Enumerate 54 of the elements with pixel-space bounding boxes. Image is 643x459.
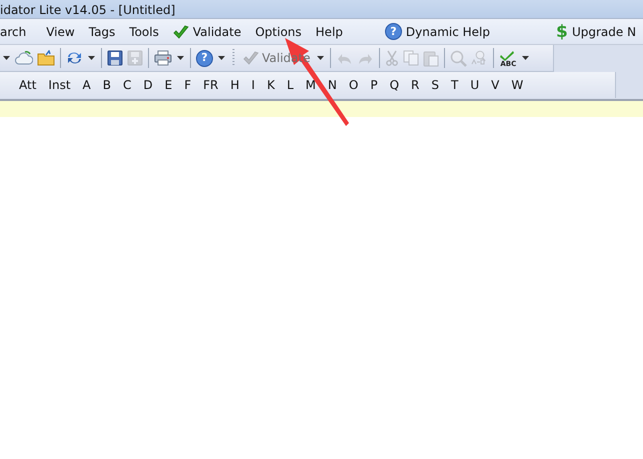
printer-icon xyxy=(154,50,172,66)
tag-button[interactable]: R xyxy=(405,78,426,92)
check-icon xyxy=(243,51,259,65)
menu-item[interactable]: ? Dynamic Help xyxy=(378,20,497,42)
tag-button[interactable]: A xyxy=(76,78,97,92)
menu-item[interactable]: $ Upgrade N xyxy=(548,20,643,42)
check-icon xyxy=(172,24,189,38)
tag-button[interactable]: S xyxy=(425,78,445,92)
tag-button[interactable]: L xyxy=(280,78,300,92)
tag-button[interactable]: P xyxy=(364,78,384,92)
tag-button[interactable]: W xyxy=(505,78,530,92)
tag-button[interactable]: M xyxy=(300,78,322,92)
tag-button[interactable]: B xyxy=(96,78,117,92)
menu-item[interactable]: arch xyxy=(0,20,34,42)
tag-button[interactable]: T xyxy=(444,78,464,92)
folder-icon xyxy=(37,50,55,66)
tag-button[interactable]: D xyxy=(137,78,159,92)
tag-button[interactable]: Q xyxy=(384,78,406,92)
menu-item[interactable]: View xyxy=(39,20,82,42)
tag-button[interactable]: N xyxy=(322,78,343,92)
tag-button[interactable]: FR xyxy=(197,78,224,92)
copy-icon xyxy=(403,50,420,66)
dollar-icon: $ xyxy=(556,22,568,42)
refresh-icon xyxy=(66,50,83,66)
tag-button[interactable]: K xyxy=(260,78,281,92)
caret-icon xyxy=(177,56,184,60)
window-title: idator Lite v14.05 - [Untitled] xyxy=(0,2,176,18)
tag-button[interactable]: C xyxy=(116,78,138,92)
menu-item[interactable]: Help xyxy=(308,20,350,42)
tag-button[interactable]: V xyxy=(485,78,506,92)
menu-item[interactable]: Tags xyxy=(82,20,122,42)
tag-button[interactable]: I xyxy=(245,78,261,92)
tag-button[interactable]: O xyxy=(342,78,364,92)
tag-button[interactable]: Inst xyxy=(42,78,77,92)
tag-button[interactable]: H xyxy=(224,78,246,92)
caret-icon xyxy=(522,56,530,60)
caret-icon xyxy=(3,56,10,60)
grip-handle-icon xyxy=(232,48,235,68)
tag-button[interactable]: F xyxy=(178,78,198,92)
caret-icon xyxy=(218,56,225,60)
tag-button[interactable]: E xyxy=(158,78,178,92)
magnifier-icon xyxy=(450,50,468,66)
caret-icon xyxy=(88,56,95,60)
scissors-icon xyxy=(385,50,400,66)
tag-button[interactable]: U xyxy=(464,78,486,92)
clipboard-icon xyxy=(423,50,440,66)
caret-icon xyxy=(317,56,324,60)
help-icon: ? xyxy=(384,23,402,40)
menu-item[interactable]: Options xyxy=(248,20,309,42)
menu-item[interactable]: Validate xyxy=(166,20,248,42)
tag-button[interactable]: Att xyxy=(13,78,42,92)
menu-item[interactable]: Tools xyxy=(122,20,166,42)
find-replace-icon xyxy=(471,50,488,66)
cloud-icon xyxy=(15,50,33,66)
